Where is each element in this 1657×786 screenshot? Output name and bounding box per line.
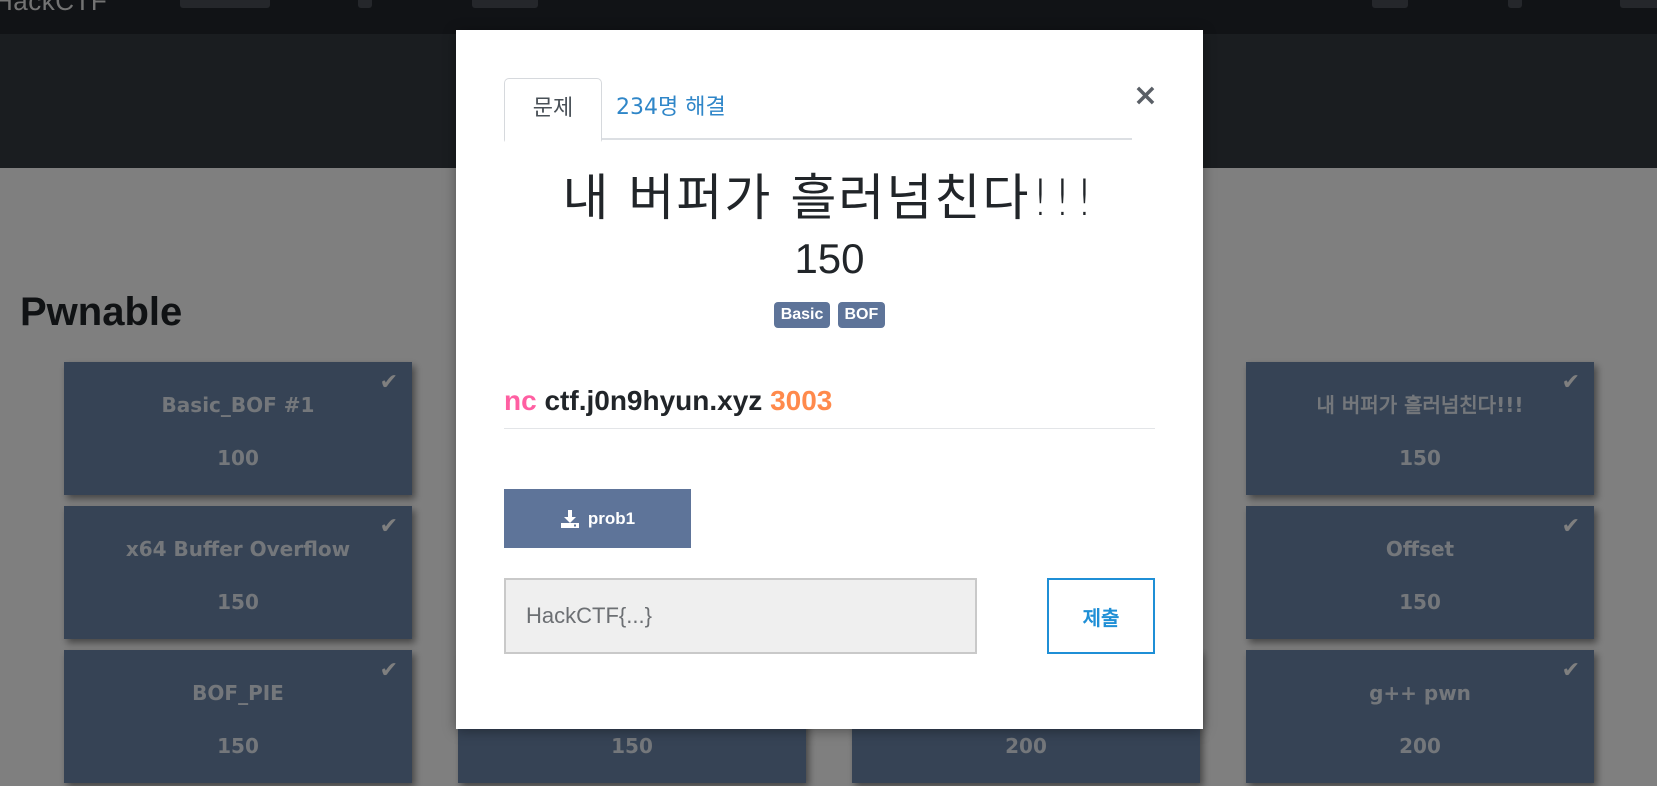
tag-list: Basic BOF [456, 302, 1203, 328]
connection-host: ctf.j0n9hyun.xyz [544, 385, 763, 416]
connection-command: nc [504, 385, 537, 416]
close-icon[interactable]: × [1133, 78, 1158, 113]
challenge-points: 150 [794, 235, 865, 282]
download-file-button[interactable]: prob1 [504, 489, 691, 548]
challenge-modal: 문제 234명 해결 × 내 버퍼가 흘러넘친다!!! 150 Basic BO… [456, 30, 1203, 729]
tag-badge: BOF [837, 302, 886, 328]
tab-solves[interactable]: 234명 해결 [616, 78, 726, 140]
connection-info: nc ctf.j0n9hyun.xyz 3003 [504, 385, 832, 417]
download-file-label: prob1 [587, 508, 636, 528]
connection-port: 3003 [770, 385, 833, 416]
tab-problem[interactable]: 문제 [504, 78, 602, 142]
divider [504, 428, 1155, 429]
submit-button[interactable]: 제출 [1047, 578, 1155, 654]
download-icon [560, 509, 579, 528]
tag-badge: Basic [773, 302, 831, 328]
flag-input[interactable] [504, 578, 977, 654]
challenge-title: 내 버퍼가 흘러넘친다!!! [562, 169, 1097, 227]
modal-tabs: 문제 234명 해결 [504, 78, 1132, 142]
